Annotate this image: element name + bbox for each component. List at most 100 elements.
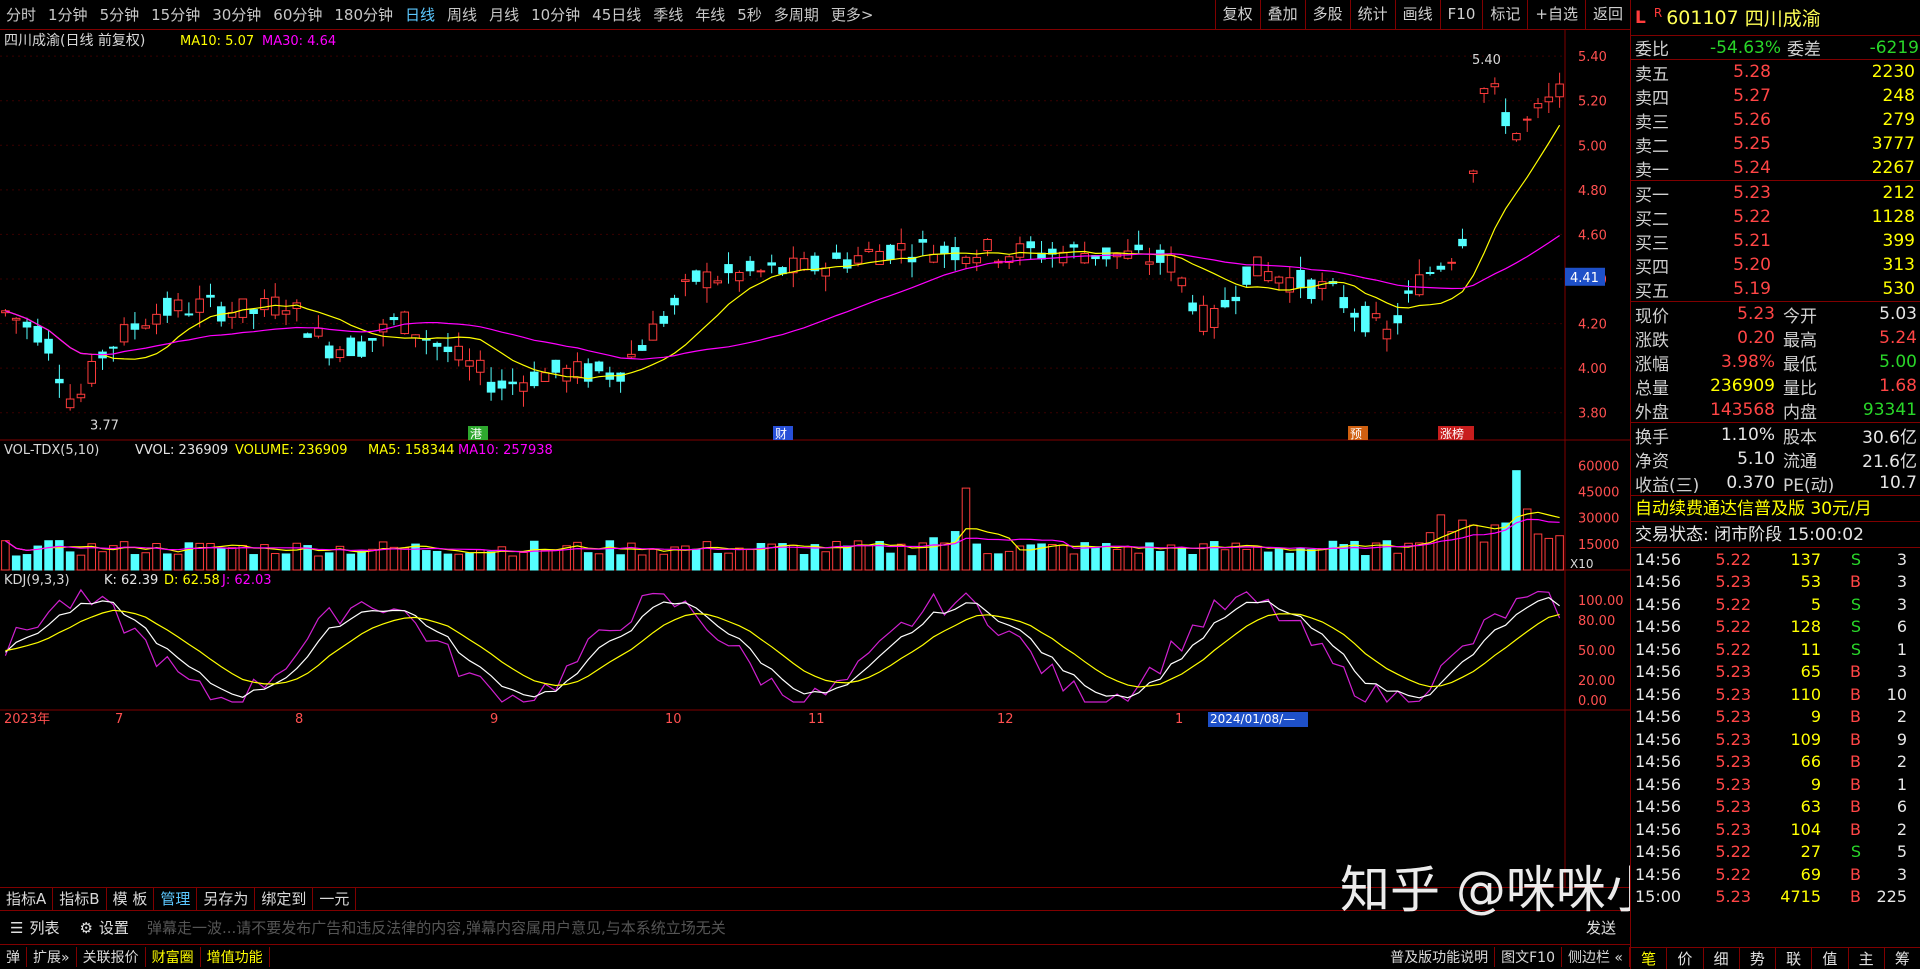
list-button[interactable]: ☰ 列表 [0, 917, 69, 938]
status-right-item[interactable]: 侧边栏 « [1562, 947, 1630, 967]
period-tab[interactable]: 季线 [647, 4, 689, 25]
fund-value: 1.10% [1720, 425, 1775, 445]
tick-count: 225 [1876, 887, 1907, 907]
volume-bar [994, 553, 1003, 571]
tool-button[interactable]: 画线 [1394, 0, 1440, 29]
status-right-item[interactable]: 普及版功能说明 [1384, 947, 1496, 967]
candle-body [778, 267, 787, 275]
indicator-tab[interactable]: 绑定到 [255, 887, 314, 910]
main-header: 四川成渝(日线 前复权) MA10: 5.07 MA30: 4.64 [4, 32, 336, 49]
indicator-tab[interactable]: 指标B [53, 887, 107, 910]
status-item[interactable]: 关联报价 [77, 947, 146, 967]
panel-tab[interactable]: 势 [1740, 948, 1776, 969]
tool-button[interactable]: 叠加 [1259, 0, 1305, 29]
period-tab[interactable]: 日线 [399, 4, 441, 25]
stat-row: 涨幅 3.98% 最低 5.00 [1631, 350, 1920, 375]
book-level-label: 卖一 [1635, 160, 1669, 181]
indicator-tab[interactable]: 另存为 [197, 887, 256, 910]
panel-tab[interactable]: 值 [1812, 948, 1849, 969]
kline-chart-area[interactable]: 四川成渝(日线 前复权) MA10: 5.07 MA30: 4.64 5.40 5.20… [0, 30, 1630, 887]
status-item[interactable]: 财富圈 [146, 947, 201, 967]
ad-banner[interactable]: 自动续费通达信普及版 30元/月 [1631, 496, 1920, 522]
stat-row: 现价 5.23 今开 5.03 [1631, 302, 1920, 327]
panel-tab[interactable]: 筹 [1885, 948, 1920, 969]
period-tab[interactable]: 180分钟 [328, 4, 399, 25]
tick-count: 1 [1896, 774, 1907, 794]
book-price: 5.26 [1733, 110, 1771, 130]
candle-body [627, 353, 636, 358]
period-tab[interactable]: 1分钟 [42, 4, 94, 25]
tick-count: 3 [1896, 864, 1907, 884]
volume-bar [55, 540, 64, 571]
period-toolbar: 分时 1分钟 5分钟 15分钟 30分钟 60分钟 180分钟 日线 周线 月线 10分钟 45日线季… [0, 0, 1630, 30]
tick-price: 5.23 [1715, 819, 1751, 839]
status-item[interactable]: 增值功能 [201, 947, 270, 967]
tick-volume: 11 [1800, 639, 1821, 659]
indicator-tab[interactable]: 指标A [0, 887, 54, 910]
volume-bar [238, 544, 248, 571]
tick-volume: 27 [1800, 842, 1821, 862]
tool-button[interactable]: 多股 [1304, 0, 1350, 29]
candle-body [1339, 297, 1349, 309]
tool-button[interactable]: +自选 [1527, 0, 1585, 29]
settings-button[interactable]: ⚙ 设置 [69, 917, 138, 938]
volume-bar [249, 554, 258, 571]
panel-tab[interactable]: 价 [1667, 948, 1704, 969]
candle-body [735, 271, 744, 282]
volume-bar [799, 554, 809, 571]
stat-value: 5.24 [1879, 328, 1917, 348]
panel-tab[interactable]: 细 [1704, 948, 1740, 969]
indicator-tab[interactable]: 一元 [313, 887, 357, 910]
list-label: 列表 [29, 919, 60, 937]
tool-button[interactable]: 统计 [1349, 0, 1395, 29]
tick-row: 14:56 5.22 27 S 5 [1631, 841, 1920, 864]
period-tab[interactable]: 5分钟 [94, 4, 146, 25]
kdj-j: J: 62.03 [221, 573, 272, 588]
period-tab[interactable]: 月线 [483, 4, 525, 25]
period-tab[interactable]: 45日线 [586, 4, 647, 25]
volume-bar [216, 548, 226, 571]
volume-bar [724, 552, 733, 571]
panel-tab[interactable]: 联 [1776, 948, 1813, 969]
candle-body [141, 325, 150, 329]
period-tab[interactable]: 更多> [825, 4, 880, 25]
tool-button[interactable]: 返回 [1584, 0, 1630, 29]
tick-volume: 9 [1810, 707, 1821, 727]
status-item[interactable]: 弹 [0, 947, 27, 967]
period-tab[interactable]: 10分钟 [525, 4, 586, 25]
period-tab[interactable]: 15分钟 [145, 4, 206, 25]
ma10-line [5, 124, 1561, 380]
kdj-k-line [4, 596, 1560, 699]
tick-side: B [1850, 774, 1861, 794]
book-row: 买三 5.21 399 [1631, 229, 1920, 254]
kdj-k: K: 62.39 [104, 573, 158, 588]
period-tab[interactable]: 分时 [0, 4, 42, 25]
volume-bar [821, 551, 830, 571]
tick-side: B [1850, 752, 1861, 772]
candle-body [1447, 261, 1456, 264]
period-tab[interactable]: 60分钟 [267, 4, 328, 25]
tick-row: 14:56 5.22 128 S 6 [1631, 616, 1920, 639]
period-tab[interactable]: 周线 [441, 4, 483, 25]
period-tab[interactable]: 年线 [689, 4, 731, 25]
status-item[interactable]: 扩展» [27, 947, 77, 967]
indicator-tab[interactable]: 模 板 [107, 887, 155, 910]
status-right-item[interactable]: 图文F10 [1495, 947, 1562, 967]
volume-bar [422, 550, 431, 571]
stock-name[interactable]: 四川成渝 [1745, 4, 1821, 31]
panel-tab[interactable]: 主 [1849, 948, 1885, 969]
book-row: 卖二 5.25 3777 [1631, 132, 1920, 157]
tool-button[interactable]: 标记 [1482, 0, 1527, 29]
period-tab[interactable]: 5秒 [731, 4, 768, 25]
candle-body [486, 381, 496, 393]
period-tab[interactable]: 多周期 [768, 4, 825, 25]
stock-code[interactable]: 601107 [1666, 7, 1739, 29]
tool-button[interactable]: F10 [1439, 0, 1483, 29]
candle-body [1209, 308, 1219, 328]
panel-tab[interactable]: 笔 [1631, 948, 1668, 969]
stat-value: 0.20 [1737, 328, 1775, 348]
stat-label: 最低 [1783, 354, 1817, 375]
indicator-tab[interactable]: 管理 [154, 887, 198, 910]
period-tab[interactable]: 30分钟 [206, 4, 267, 25]
tool-button[interactable]: 复权 [1214, 0, 1260, 29]
